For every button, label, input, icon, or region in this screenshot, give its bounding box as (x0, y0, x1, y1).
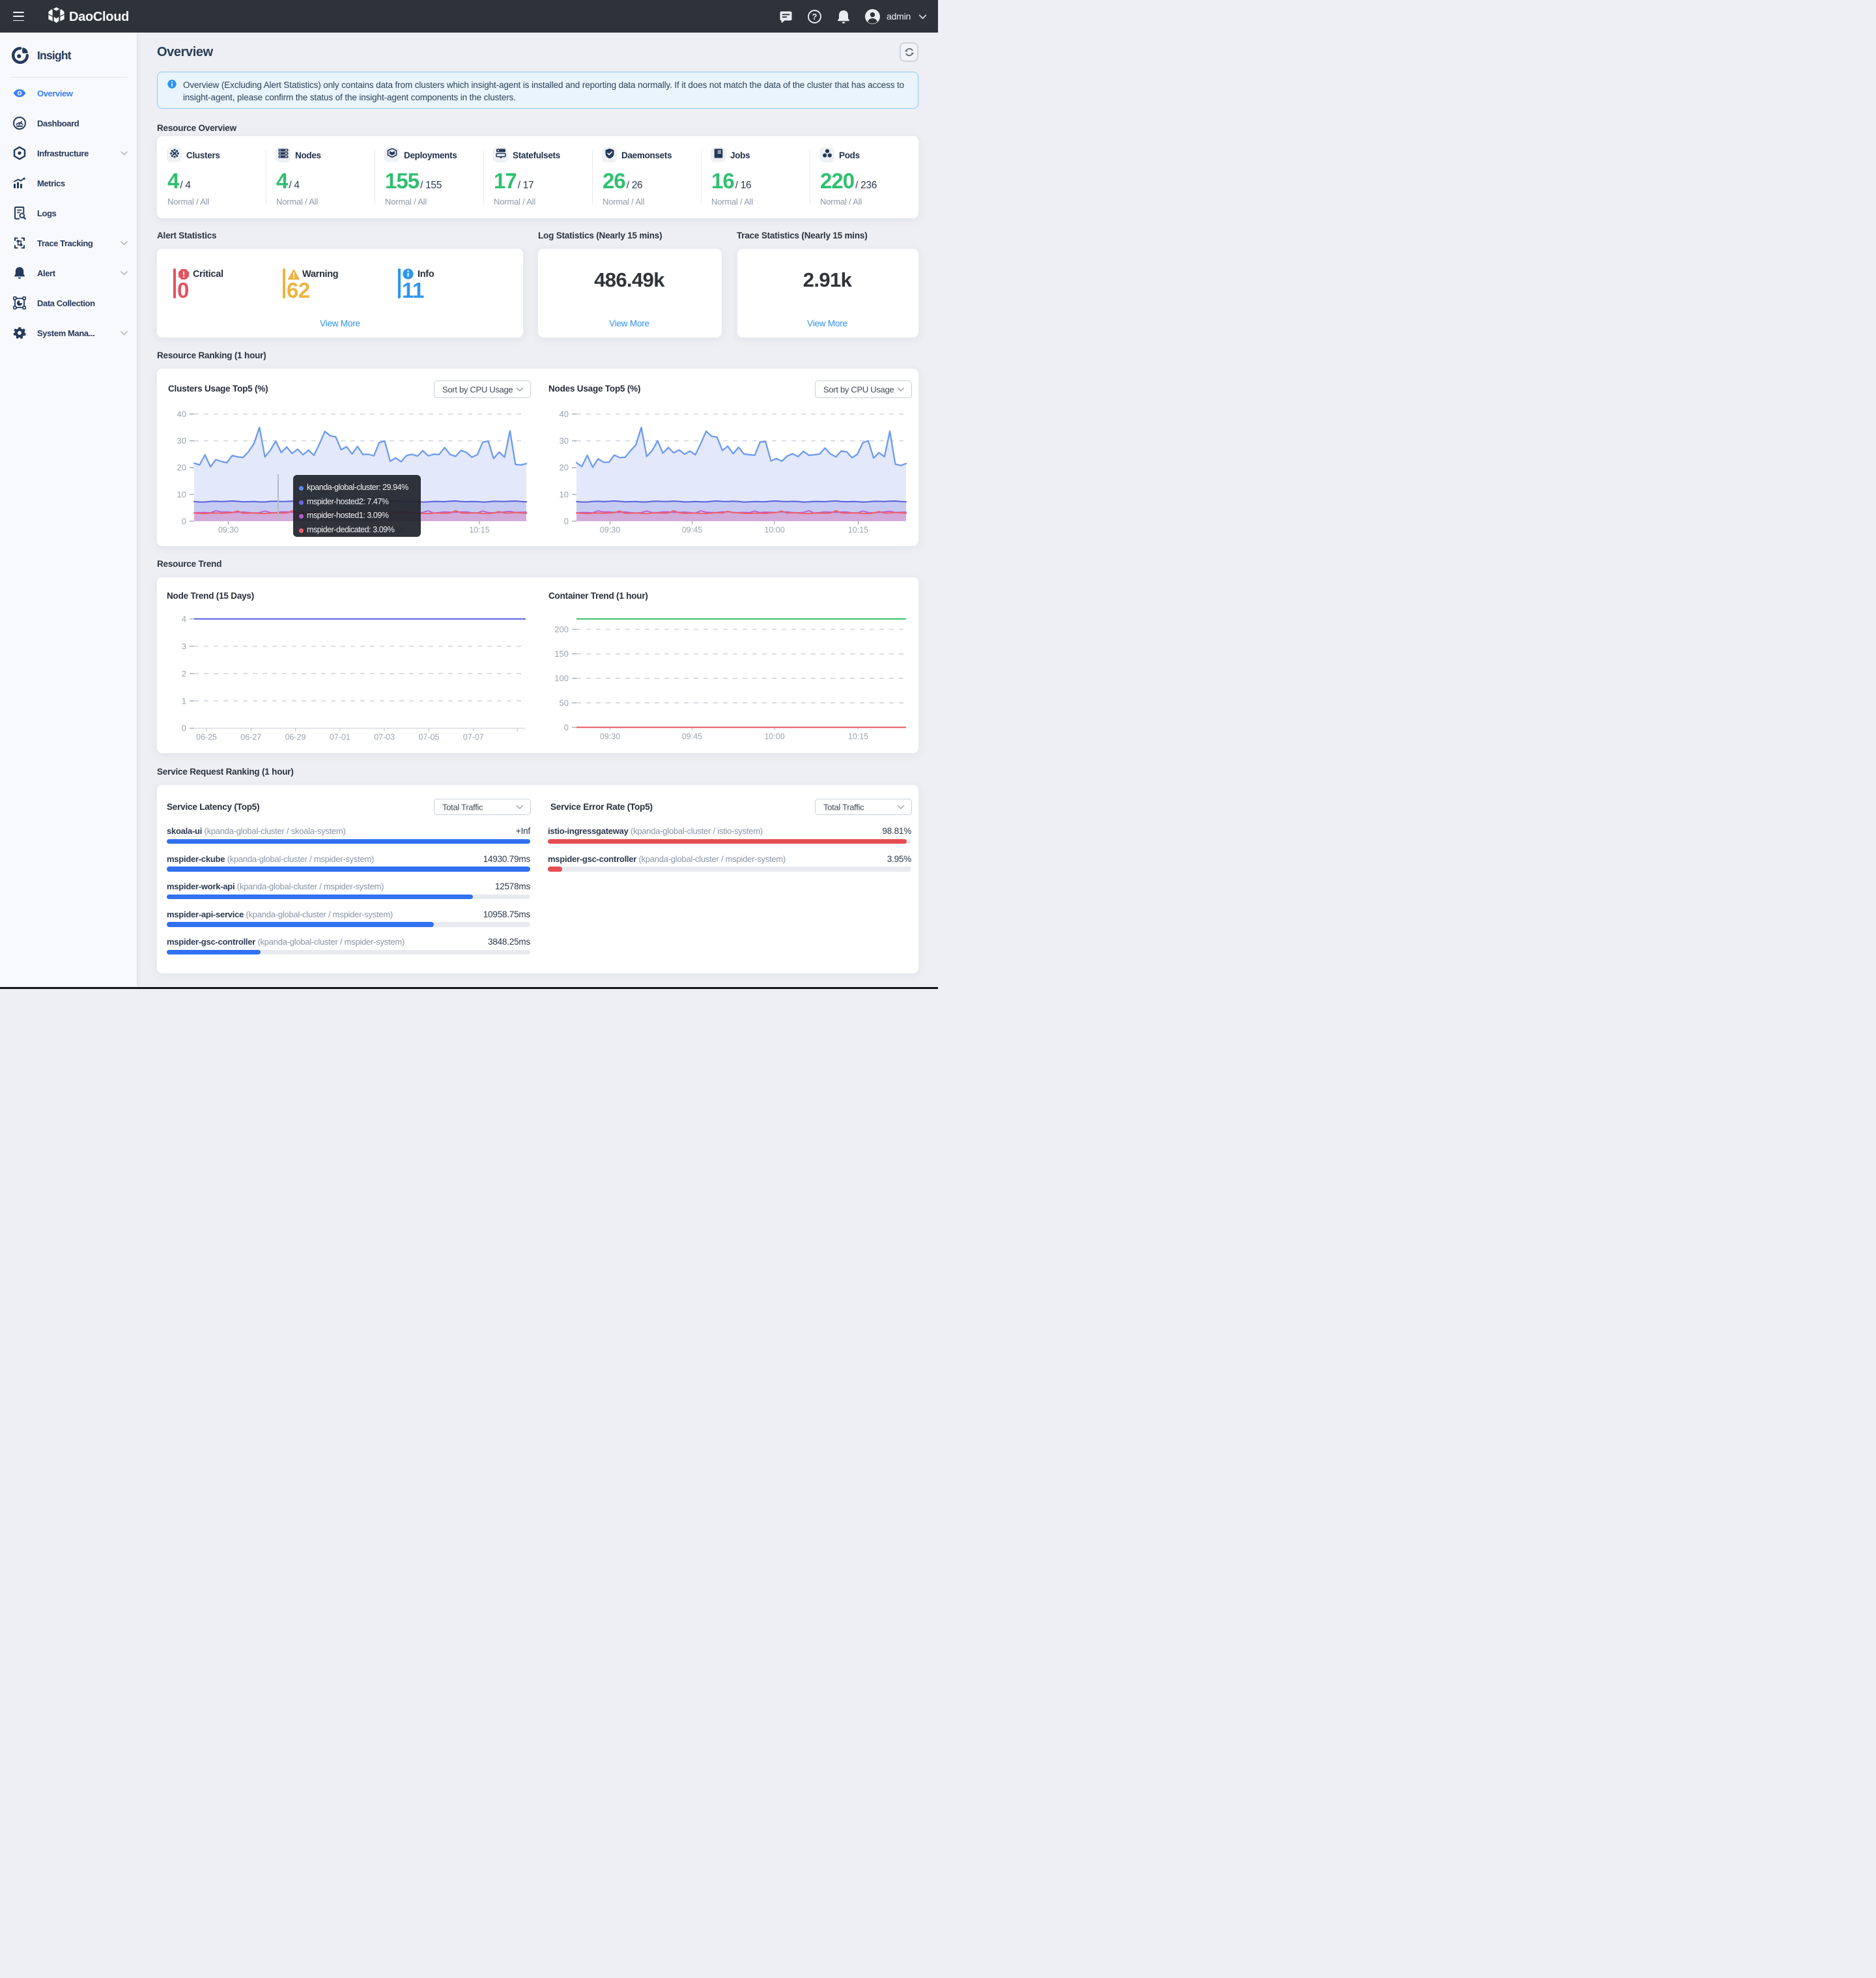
svg-text:09:30: 09:30 (218, 526, 238, 535)
svg-text:4: 4 (182, 614, 186, 624)
svg-text:10:15: 10:15 (469, 526, 489, 535)
svg-text:20: 20 (177, 463, 186, 472)
svg-text:09:30: 09:30 (600, 526, 620, 535)
svg-text:10:15: 10:15 (848, 526, 868, 535)
svg-text:07-05: 07-05 (419, 733, 440, 742)
svg-text:1: 1 (182, 696, 186, 706)
svg-text:200: 200 (554, 625, 569, 635)
svg-text:10: 10 (560, 489, 569, 499)
svg-text:10: 10 (177, 489, 186, 499)
svg-text:0: 0 (182, 723, 186, 733)
svg-text:10:15: 10:15 (848, 732, 868, 741)
svg-text:07-01: 07-01 (330, 733, 350, 742)
svg-text:100: 100 (554, 674, 569, 683)
svg-text:09:30: 09:30 (600, 732, 620, 741)
svg-text:50: 50 (560, 698, 569, 708)
svg-text:40: 40 (177, 409, 186, 419)
svg-text:2: 2 (182, 668, 186, 678)
svg-text:0: 0 (182, 517, 186, 526)
svg-text:07-07: 07-07 (463, 733, 484, 742)
svg-text:06-29: 06-29 (285, 733, 306, 742)
svg-text:10:00: 10:00 (764, 732, 784, 741)
svg-text:20: 20 (560, 463, 569, 472)
svg-text:30: 30 (560, 436, 569, 446)
svg-text:06-27: 06-27 (240, 733, 261, 742)
svg-text:3: 3 (182, 641, 186, 651)
svg-text:10:00: 10:00 (764, 526, 784, 535)
svg-text:06-25: 06-25 (196, 733, 217, 742)
svg-text:0: 0 (564, 517, 569, 526)
svg-text:09:45: 09:45 (682, 732, 702, 741)
svg-text:150: 150 (554, 649, 569, 659)
svg-text:07-03: 07-03 (374, 733, 395, 742)
svg-text:?: ? (812, 12, 817, 22)
svg-text:30: 30 (177, 436, 186, 446)
svg-text:0: 0 (564, 723, 569, 732)
svg-text:09:45: 09:45 (682, 526, 702, 535)
svg-text:40: 40 (560, 409, 569, 419)
